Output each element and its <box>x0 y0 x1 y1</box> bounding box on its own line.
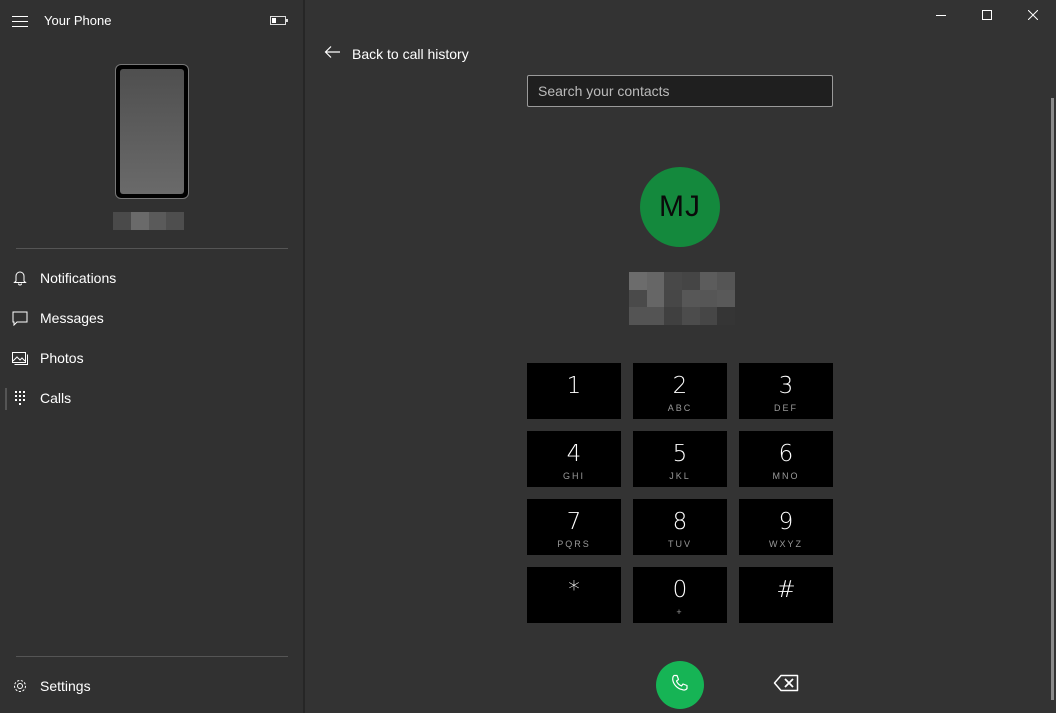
sidebar-item-label: Photos <box>40 350 84 366</box>
app-title: Your Phone <box>44 13 112 28</box>
key-digit: 3 <box>778 373 794 399</box>
key-digit: 1 <box>566 373 582 399</box>
key-letters: DEF <box>774 403 798 413</box>
contact-initials: MJ <box>659 190 701 223</box>
key-digit: 0 <box>672 577 688 603</box>
phone-image <box>115 64 189 199</box>
close-button[interactable] <box>1010 0 1056 32</box>
backspace-icon <box>773 674 799 697</box>
phone-name-redacted <box>113 212 184 230</box>
pane-divider <box>303 0 305 713</box>
key-digit: * <box>568 577 580 603</box>
key-letters: PQRS <box>557 539 591 549</box>
key-digit: 8 <box>672 509 688 535</box>
key-letters: + <box>676 607 684 617</box>
contact-avatar: MJ <box>640 167 720 247</box>
contact-name-redacted <box>629 272 735 325</box>
dial-key-6[interactable]: 6 MNO <box>739 431 833 487</box>
gear-icon <box>12 678 28 694</box>
minimize-button[interactable] <box>918 0 964 32</box>
dial-key-5[interactable]: 5 JKL <box>633 431 727 487</box>
backspace-button[interactable] <box>770 672 802 698</box>
key-digit: 6 <box>778 441 794 467</box>
dial-key-9[interactable]: 9 WXYZ <box>739 499 833 555</box>
dial-key-4[interactable]: 4 GHI <box>527 431 621 487</box>
sidebar: Your Phone Notifications Messages Photos <box>0 0 303 713</box>
key-digit: 5 <box>672 441 688 467</box>
sidebar-item-photos[interactable]: Photos <box>0 338 303 378</box>
key-digit: 2 <box>672 373 688 399</box>
key-digit: 7 <box>566 509 582 535</box>
sidebar-divider <box>16 248 288 249</box>
key-letters: ABC <box>667 403 693 413</box>
sidebar-item-notifications[interactable]: Notifications <box>0 258 303 298</box>
minimize-icon <box>936 7 946 25</box>
key-digit: 4 <box>566 441 582 467</box>
sidebar-item-label: Settings <box>40 678 91 694</box>
maximize-icon <box>982 7 992 25</box>
photos-icon <box>12 350 28 366</box>
dial-key-8[interactable]: 8 TUV <box>633 499 727 555</box>
sidebar-divider <box>16 656 288 657</box>
dial-key-7[interactable]: 7 PQRS <box>527 499 621 555</box>
key-letters: JKL <box>669 471 691 481</box>
sidebar-item-label: Messages <box>40 310 104 326</box>
sidebar-item-settings[interactable]: Settings <box>0 666 303 706</box>
close-icon <box>1027 7 1039 25</box>
bell-icon <box>12 270 28 286</box>
dialpad: 1 2 ABC 3 DEF 4 GHI 5 JKL 6 MNO 7 PQRS 8 TUV 9 W… <box>527 363 833 623</box>
call-button[interactable] <box>656 661 704 709</box>
key-letters: GHI <box>562 471 585 481</box>
key-letters: MNO <box>772 471 800 481</box>
hamburger-icon[interactable] <box>11 14 29 28</box>
key-digit: # <box>776 577 796 603</box>
sidebar-item-label: Notifications <box>40 270 117 286</box>
key-digit: 9 <box>778 509 794 535</box>
key-letters: WXYZ <box>769 539 803 549</box>
dial-key-3[interactable]: 3 DEF <box>739 363 833 419</box>
vertical-scrollbar[interactable] <box>1051 98 1054 700</box>
dial-key-1[interactable]: 1 <box>527 363 621 419</box>
dial-key-2[interactable]: 2 ABC <box>633 363 727 419</box>
back-label: Back to call history <box>352 46 469 62</box>
phone-icon <box>670 673 690 698</box>
search-contacts-input[interactable] <box>527 75 833 107</box>
sidebar-item-messages[interactable]: Messages <box>0 298 303 338</box>
dial-key-hash[interactable]: # <box>739 567 833 623</box>
arrow-left-icon <box>324 45 342 64</box>
dial-key-0[interactable]: 0 + <box>633 567 727 623</box>
sidebar-item-label: Calls <box>40 390 72 406</box>
dialpad-icon <box>12 390 28 406</box>
maximize-button[interactable] <box>964 0 1010 32</box>
battery-icon <box>270 16 288 25</box>
key-letters: TUV <box>668 539 692 549</box>
sidebar-item-calls[interactable]: Calls <box>0 378 303 418</box>
active-indicator <box>5 388 7 410</box>
back-to-call-history-link[interactable]: Back to call history <box>324 44 469 64</box>
dial-key-star[interactable]: * <box>527 567 621 623</box>
chat-bubble-icon <box>12 310 28 327</box>
